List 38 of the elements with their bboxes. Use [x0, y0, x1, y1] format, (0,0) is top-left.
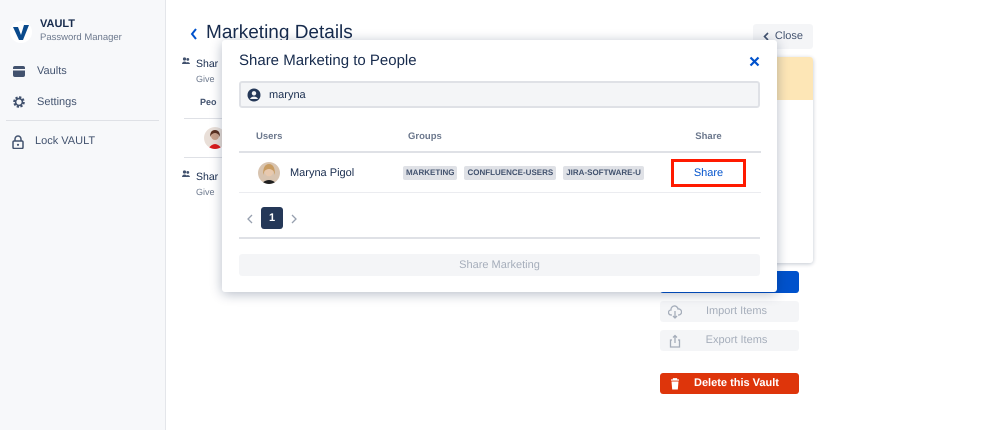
- chevron-left-icon: [190, 28, 198, 40]
- close-icon: [749, 56, 760, 68]
- sidebar-item[interactable]: Vaults: [6, 59, 159, 84]
- section-title: Shar: [196, 56, 218, 72]
- cloud-download-icon: [668, 304, 682, 318]
- storefront-icon: [12, 65, 26, 78]
- sidebar-item[interactable]: Settings: [6, 90, 159, 114]
- column-header: Users: [239, 108, 391, 154]
- settings-icon: [12, 95, 26, 110]
- group-tag: CONFLUENCE-USERS: [464, 166, 556, 180]
- trash-icon: [668, 376, 682, 390]
- page-button[interactable]: 1: [261, 207, 283, 230]
- delete-button[interactable]: Delete this Vault: [660, 373, 799, 394]
- column-header: Share: [656, 108, 761, 154]
- upload-icon: [668, 334, 682, 348]
- column-header: Peo: [200, 96, 217, 110]
- page-title: Marketing Details: [206, 22, 353, 45]
- app-subtitle: Password Manager: [40, 31, 122, 46]
- people-icon: [182, 170, 190, 178]
- app-name: VAULT: [40, 18, 76, 32]
- section-subtitle: Give: [196, 186, 216, 199]
- chevron-right-icon: [291, 214, 297, 224]
- user-name: Maryna Pigol: [290, 166, 354, 180]
- people-icon: [182, 56, 190, 64]
- group-tag: MARKETING: [403, 166, 458, 180]
- group-tag: JIRA-SOFTWARE-U: [563, 166, 644, 180]
- share-button[interactable]: Share: [670, 158, 746, 187]
- modal-title: Share Marketing to People: [239, 52, 417, 70]
- lock-button[interactable]: Lock VAULT: [6, 129, 159, 154]
- lock-icon: [12, 134, 24, 149]
- search-field[interactable]: maryna: [239, 81, 760, 108]
- user-icon: [247, 88, 261, 102]
- logo-icon: [10, 20, 32, 43]
- section-title: Shar: [196, 170, 218, 186]
- section-subtitle: Give: [196, 72, 216, 86]
- chevron-left-icon: [762, 32, 769, 41]
- column-header: Groups: [391, 108, 656, 154]
- chevron-left-icon: [247, 214, 253, 224]
